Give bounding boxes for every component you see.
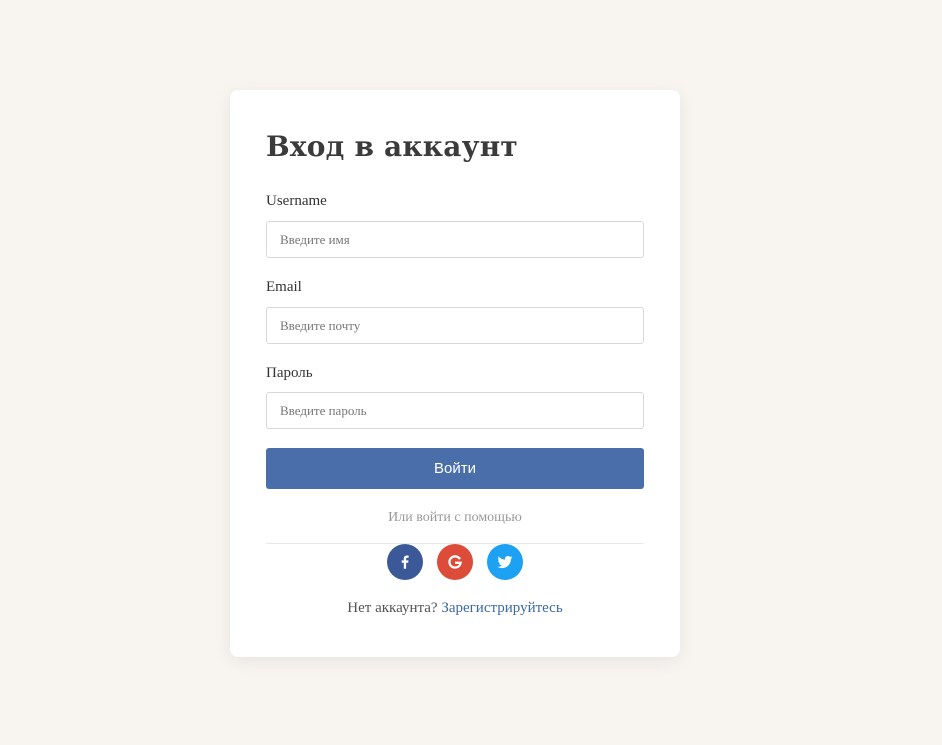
social-login-caption: Или войти с помощью: [388, 510, 522, 525]
google-login-button[interactable]: [437, 544, 473, 580]
facebook-login-button[interactable]: [387, 544, 423, 580]
register-prompt: Нет аккаунта? Зарегистрируйтесь: [266, 600, 644, 617]
email-input[interactable]: [266, 307, 644, 344]
facebook-icon: [401, 555, 409, 569]
register-link[interactable]: Зарегистрируйтесь: [441, 600, 562, 616]
email-label: Email: [266, 279, 302, 295]
twitter-login-button[interactable]: [487, 544, 523, 580]
social-login-buttons: [266, 544, 644, 580]
page-title: Вход в аккаунт: [266, 130, 518, 163]
username-input[interactable]: [266, 221, 644, 258]
password-label: Пароль: [266, 365, 313, 381]
username-label: Username: [266, 193, 327, 209]
password-input[interactable]: [266, 392, 644, 429]
login-button[interactable]: Войти: [266, 448, 644, 489]
register-prompt-text: Нет аккаунта?: [347, 600, 438, 616]
login-card: Вход в аккаунт Username Email Пароль Вой…: [230, 90, 680, 657]
google-icon: [448, 555, 462, 569]
twitter-icon: [497, 556, 513, 569]
